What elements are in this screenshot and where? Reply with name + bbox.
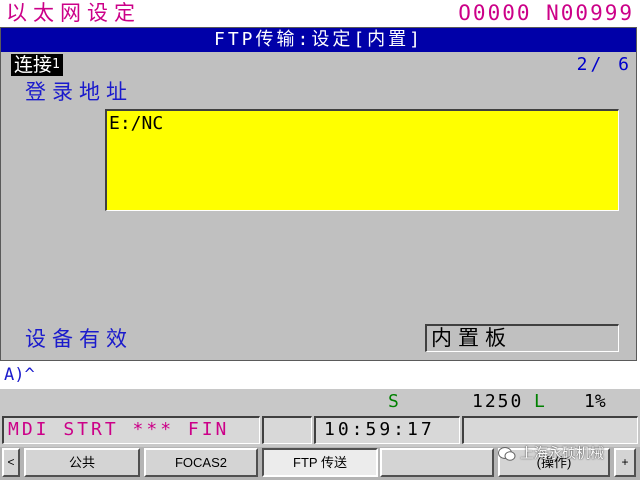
device-enabled-label: 设备有效 (25, 327, 133, 351)
connection-label-text: 连接 (14, 54, 53, 76)
softkey-blank[interactable] (380, 448, 494, 477)
panel-title-bar: FTP传输:设定[内置] (1, 28, 636, 52)
status-area: S 1250 L 1% MDI STRT *** FIN 10:59:17 (0, 389, 640, 447)
page-indicator: 2/ 6 (576, 54, 632, 75)
device-enabled-field[interactable]: 内置板 (425, 324, 619, 352)
spindle-value: 1250 (472, 391, 524, 412)
spindle-code: S (388, 391, 399, 412)
softkey-prev-arrow[interactable]: < (2, 448, 20, 477)
connection-label: 连接1 (11, 54, 63, 76)
watermark-text: 上海永硕机械 (520, 445, 604, 461)
settings-panel: FTP传输:设定[内置] 连接1 2/ 6 登录地址 E:/NC 设备有效 内置… (0, 27, 637, 361)
login-address-label: 登录地址 (25, 80, 133, 104)
softkey-ftp-transfer[interactable]: FTP 传送 (262, 448, 378, 477)
program-number: O0000 N00999 (458, 1, 634, 25)
connection-number: 1 (52, 57, 60, 72)
login-address-input[interactable]: E:/NC (105, 109, 619, 211)
clock-time: 10:59:17 (324, 419, 435, 440)
softkey-next-arrow[interactable]: + (614, 448, 636, 477)
screen-title: 以太网设定 (6, 1, 141, 25)
mode-status-box: MDI STRT *** FIN (2, 416, 260, 444)
load-code: L (534, 391, 545, 412)
softkey-common[interactable]: 公共 (24, 448, 140, 477)
status-blank-box (262, 416, 312, 444)
key-input-line[interactable]: A)^ (4, 364, 35, 386)
wechat-icon (498, 447, 516, 461)
softkey-focas2[interactable]: FOCAS2 (144, 448, 258, 477)
clock-box: 10:59:17 (314, 416, 460, 444)
load-value: 1% (584, 391, 606, 412)
mode-status-text: MDI STRT *** FIN (8, 419, 230, 440)
